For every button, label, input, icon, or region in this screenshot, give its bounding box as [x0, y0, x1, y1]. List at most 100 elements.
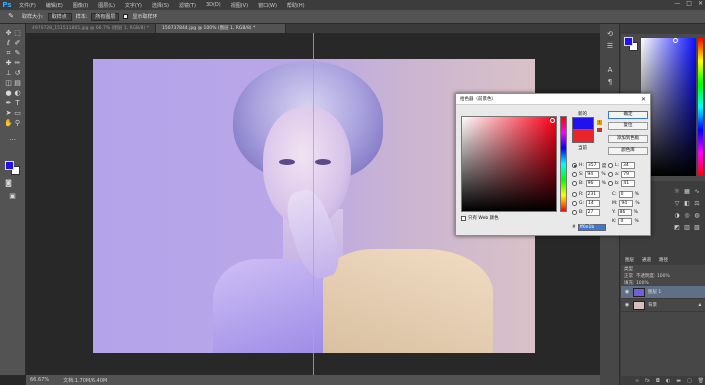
maximize-button[interactable]: □ [686, 0, 692, 7]
saturation-radio[interactable] [572, 172, 577, 177]
crop-tool-icon[interactable]: ⌗ [4, 49, 13, 58]
properties-icon[interactable]: ☰ [605, 42, 615, 51]
reset-button[interactable]: 复位 [608, 122, 648, 130]
brush-tool-icon[interactable]: ✏ [13, 59, 22, 68]
clone-stamp-icon[interactable]: ⊥ [4, 69, 13, 78]
magenta-input[interactable]: 94 [619, 200, 634, 207]
tab-document-2[interactable]: 150737844.jpg @ 100% (图层 1, RGB/8) * [156, 24, 286, 33]
character-icon[interactable]: A [605, 66, 615, 75]
zoom-tool-icon[interactable]: ⚲ [13, 119, 22, 128]
marquee-tool-icon[interactable]: ⬚ [13, 29, 22, 38]
brightness-icon[interactable]: ☼ [673, 188, 681, 196]
menu-3d[interactable]: 3D(D) [201, 2, 226, 8]
menu-layer[interactable]: 图层(L) [93, 2, 120, 9]
photo-filter-icon[interactable]: ◎ [683, 212, 691, 220]
vertical-guide[interactable] [313, 33, 314, 375]
brightness-input[interactable]: 96 [585, 180, 600, 187]
add-to-swatches-button[interactable]: 添加到色板 [608, 135, 648, 143]
layer-row-1[interactable]: ◉ 图层 1 [621, 286, 705, 299]
invert-icon[interactable]: ◩ [673, 224, 681, 232]
red-input[interactable]: 231 [585, 191, 600, 198]
yellow-input[interactable]: 86 [617, 209, 632, 216]
saturation-input[interactable]: 94 [585, 171, 600, 178]
current-color-swatch[interactable] [572, 130, 594, 143]
dodge-tool-icon[interactable]: ◐ [13, 89, 22, 98]
menu-image[interactable]: 图像(I) [68, 2, 93, 9]
eraser-tool-icon[interactable]: ◫ [4, 79, 13, 88]
new-layer-icon[interactable]: ▢ [687, 378, 692, 384]
panel-foreground-swatch[interactable] [624, 37, 633, 46]
minimize-button[interactable]: — [674, 0, 680, 7]
ok-button[interactable]: 确定 [608, 111, 648, 119]
menu-window[interactable]: 窗口(W) [253, 2, 282, 9]
hue-sat-icon[interactable]: ◧ [683, 200, 691, 208]
black-input[interactable]: 0 [618, 218, 633, 225]
visibility-eye-icon[interactable]: ◉ [624, 302, 630, 308]
green-radio[interactable] [572, 201, 577, 206]
brightness-radio[interactable] [572, 181, 577, 186]
type-tool-icon[interactable]: T [13, 99, 22, 108]
color-picker-cursor[interactable] [550, 118, 555, 123]
layer-filter-select[interactable]: 类型 [624, 266, 633, 272]
color-picker-field[interactable] [461, 116, 557, 212]
levels-icon[interactable]: ▦ [683, 188, 691, 196]
blue-input[interactable]: 27 [585, 209, 600, 216]
hue-radio[interactable] [572, 163, 577, 168]
cyan-input[interactable]: 0 [618, 191, 633, 198]
close-button[interactable]: ✕ [698, 0, 703, 7]
link-icon[interactable]: ∞ [635, 378, 639, 384]
eyedropper-tool-icon[interactable]: ✎ [13, 49, 22, 58]
tab-document-1[interactable]: 4970728_151511865.jpg @ 66.7% (图层 1, RGB… [26, 24, 156, 33]
sample-layers-select[interactable]: 所有图层 [91, 12, 120, 21]
blue-radio[interactable] [572, 210, 577, 215]
lab-a-input[interactable]: 79 [621, 171, 636, 178]
menu-edit[interactable]: 编辑(E) [41, 2, 68, 9]
move-tool-icon[interactable]: ✥ [4, 29, 13, 38]
menu-type[interactable]: 文字(Y) [120, 2, 147, 9]
green-input[interactable]: 14 [586, 200, 601, 207]
show-ring-checkbox[interactable] [123, 14, 129, 19]
red-radio[interactable] [572, 192, 577, 197]
visibility-eye-icon[interactable]: ◉ [624, 289, 630, 295]
blend-mode-select[interactable]: 正常 [624, 273, 633, 279]
history-brush-icon[interactable]: ↺ [13, 69, 22, 78]
pen-tool-icon[interactable]: ✒ [4, 99, 13, 108]
hue-slider[interactable] [698, 38, 703, 176]
shape-tool-icon[interactable]: ▭ [13, 109, 22, 118]
layer-row-background[interactable]: ◉ 背景 🔒︎ [621, 299, 705, 312]
lab-l-input[interactable]: 34 [621, 162, 636, 169]
quick-mask-icon[interactable]: ◙ [4, 179, 13, 188]
history-icon[interactable]: ⟲ [605, 30, 615, 39]
zoom-level[interactable]: 66.67% [30, 377, 49, 383]
menu-view[interactable]: 视图(V) [226, 2, 253, 9]
fill-field[interactable]: 填充: 100% [624, 280, 649, 286]
adjustment-icon[interactable]: ◐ [666, 378, 670, 384]
tab-layers[interactable]: 图层 [621, 256, 638, 265]
healing-brush-icon[interactable]: ✚ [4, 59, 13, 68]
curves-icon[interactable]: ∿ [693, 188, 701, 196]
tab-channels[interactable]: 通道 [638, 256, 655, 265]
menu-help[interactable]: 帮助(H) [282, 2, 310, 9]
folder-icon[interactable]: ▬ [676, 378, 681, 384]
color-libraries-button[interactable]: 颜色库 [608, 147, 648, 155]
menu-filter[interactable]: 滤镜(T) [174, 2, 201, 9]
blur-tool-icon[interactable]: ● [4, 89, 13, 98]
screen-mode-icon[interactable]: ▣ [8, 192, 17, 201]
lab-l-radio[interactable] [608, 163, 613, 168]
trash-icon[interactable]: 🗑︎ [698, 378, 704, 384]
lab-a-radio[interactable] [608, 172, 613, 177]
hand-tool-icon[interactable]: ✋ [4, 119, 13, 128]
tab-paths[interactable]: 路径 [655, 256, 672, 265]
close-icon[interactable]: ✕ [641, 94, 646, 105]
lab-b-input[interactable]: 41 [621, 180, 636, 187]
gradient-tool-icon[interactable]: ▤ [13, 79, 22, 88]
sample-size-select[interactable]: 取样点 [47, 12, 72, 21]
black-white-icon[interactable]: ◑ [673, 212, 681, 220]
color-picker-hue-slider[interactable] [560, 116, 567, 212]
menu-file[interactable]: 文件(F) [14, 2, 41, 9]
path-select-icon[interactable]: ➤ [4, 109, 13, 118]
fx-icon[interactable]: fx [645, 378, 650, 384]
eyedropper-icon[interactable]: ✎ [4, 12, 18, 21]
opacity-field[interactable]: 不透明度: 100% [636, 273, 670, 279]
posterize-icon[interactable]: ▥ [683, 224, 691, 232]
